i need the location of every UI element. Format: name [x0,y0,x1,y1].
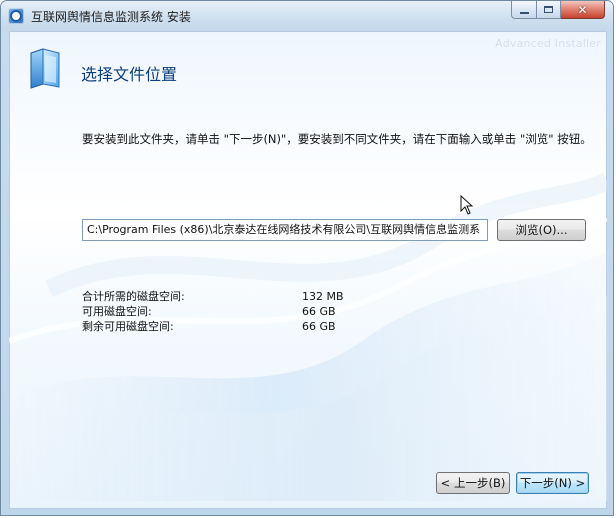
disk-info-value: 66 GB [302,320,336,333]
close-icon: ✕ [577,2,588,17]
disk-info-label: 合计所需的磁盘空间: [82,290,185,303]
disk-space-info: 合计所需的磁盘空间: 132 MB 可用磁盘空间: 66 GB 剩余可用磁盘空间… [82,289,502,334]
window-controls: ✕ [511,1,605,21]
installer-window: 互联网舆情信息监测系统 安装 ✕ Advanced Installer 选择文件… [0,0,614,516]
minimize-button[interactable] [511,1,537,19]
back-button[interactable]: < 上一步(B) [436,472,510,494]
next-button[interactable]: 下一步(N) > [516,472,589,494]
mouse-pointer-icon [460,195,474,215]
folder-icon [30,48,60,89]
instruction-text: 要安装到此文件夹，请单击 "下一步(N)"，要安装到不同文件夹，请在下面输入或单… [82,132,592,146]
minimize-icon [519,11,529,14]
title-bar[interactable]: 互联网舆情信息监测系统 安装 ✕ [1,1,613,31]
install-path-input[interactable]: C:\Program Files (x86)\北京泰达在线网络技术有限公司\互联… [82,219,488,241]
disk-info-row-available: 可用磁盘空间: 66 GB [82,304,502,319]
disk-info-label: 可用磁盘空间: [82,305,152,318]
advanced-installer-watermark: Advanced Installer [495,37,601,50]
wizard-content: Advanced Installer 选择文件位置 要安装到此文件夹，请单击 "… [9,31,607,509]
installer-app-icon [8,8,24,24]
maximize-button[interactable] [537,1,561,19]
window-title: 互联网舆情信息监测系统 安装 [31,10,191,24]
browse-button[interactable]: 浏览(O)... [497,219,586,241]
disk-info-label: 剩余可用磁盘空间: [82,320,174,333]
close-button[interactable]: ✕ [561,1,605,19]
page-title: 选择文件位置 [81,65,178,84]
disk-info-row-required: 合计所需的磁盘空间: 132 MB [82,289,502,304]
disk-info-row-remaining: 剩余可用磁盘空间: 66 GB [82,319,502,334]
disk-info-value: 132 MB [302,290,344,303]
maximize-icon [544,6,553,13]
disk-info-value: 66 GB [302,305,336,318]
